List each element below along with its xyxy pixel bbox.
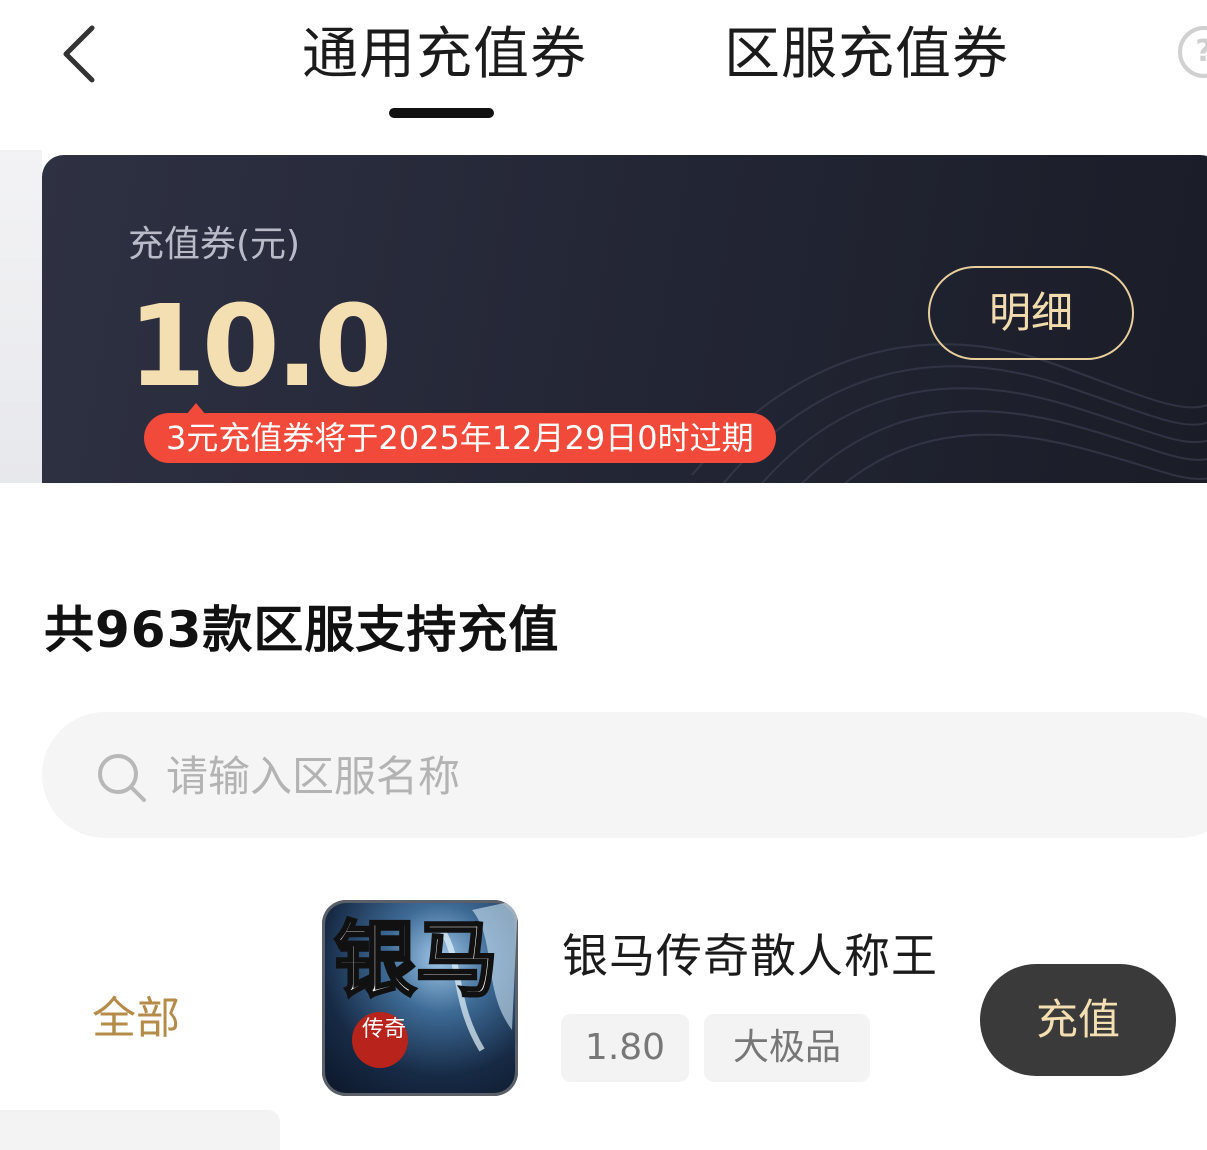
category-all[interactable]: 全部 xyxy=(92,982,180,1046)
game-logo-text-main-1: 银马 xyxy=(334,912,498,1008)
category-sidebar-bg xyxy=(0,1110,280,1150)
tab-general-voucher[interactable]: 通用充值券 xyxy=(302,22,587,88)
game-icon[interactable]: 银马 传奇 xyxy=(322,900,518,1096)
side-shade xyxy=(0,150,42,483)
game-tag-quality: 大极品 xyxy=(704,1014,870,1082)
voucher-balance: 10.0 xyxy=(128,282,392,412)
search-icon xyxy=(98,754,146,802)
server-count-title: 共963款区服支持充值 xyxy=(44,601,560,659)
recharge-button[interactable]: 充值 xyxy=(980,964,1176,1076)
tab-server-voucher[interactable]: 区服充值券 xyxy=(724,22,1009,88)
voucher-label: 充值券(元) xyxy=(128,224,301,265)
active-tab-indicator xyxy=(389,108,494,118)
game-logo-text-sub: 传奇 xyxy=(362,1017,406,1042)
back-button[interactable] xyxy=(58,22,110,86)
game-logo-art: 银马 传奇 xyxy=(333,900,518,1068)
game-tag-version: 1.80 xyxy=(561,1014,689,1082)
chevron-left-icon xyxy=(63,25,95,83)
expire-notice-badge: 3元充值券将于2025年12月29日0时过期 xyxy=(144,413,776,463)
game-name: 银马传奇散人称王 xyxy=(562,929,938,983)
voucher-card: 充值券(元) 10.0 明细 3元充值券将于2025年12月29日0时过期 xyxy=(42,155,1207,483)
top-nav-bar xyxy=(0,0,1207,150)
search-input[interactable] xyxy=(166,740,1066,812)
detail-button[interactable]: 明细 xyxy=(928,266,1134,360)
